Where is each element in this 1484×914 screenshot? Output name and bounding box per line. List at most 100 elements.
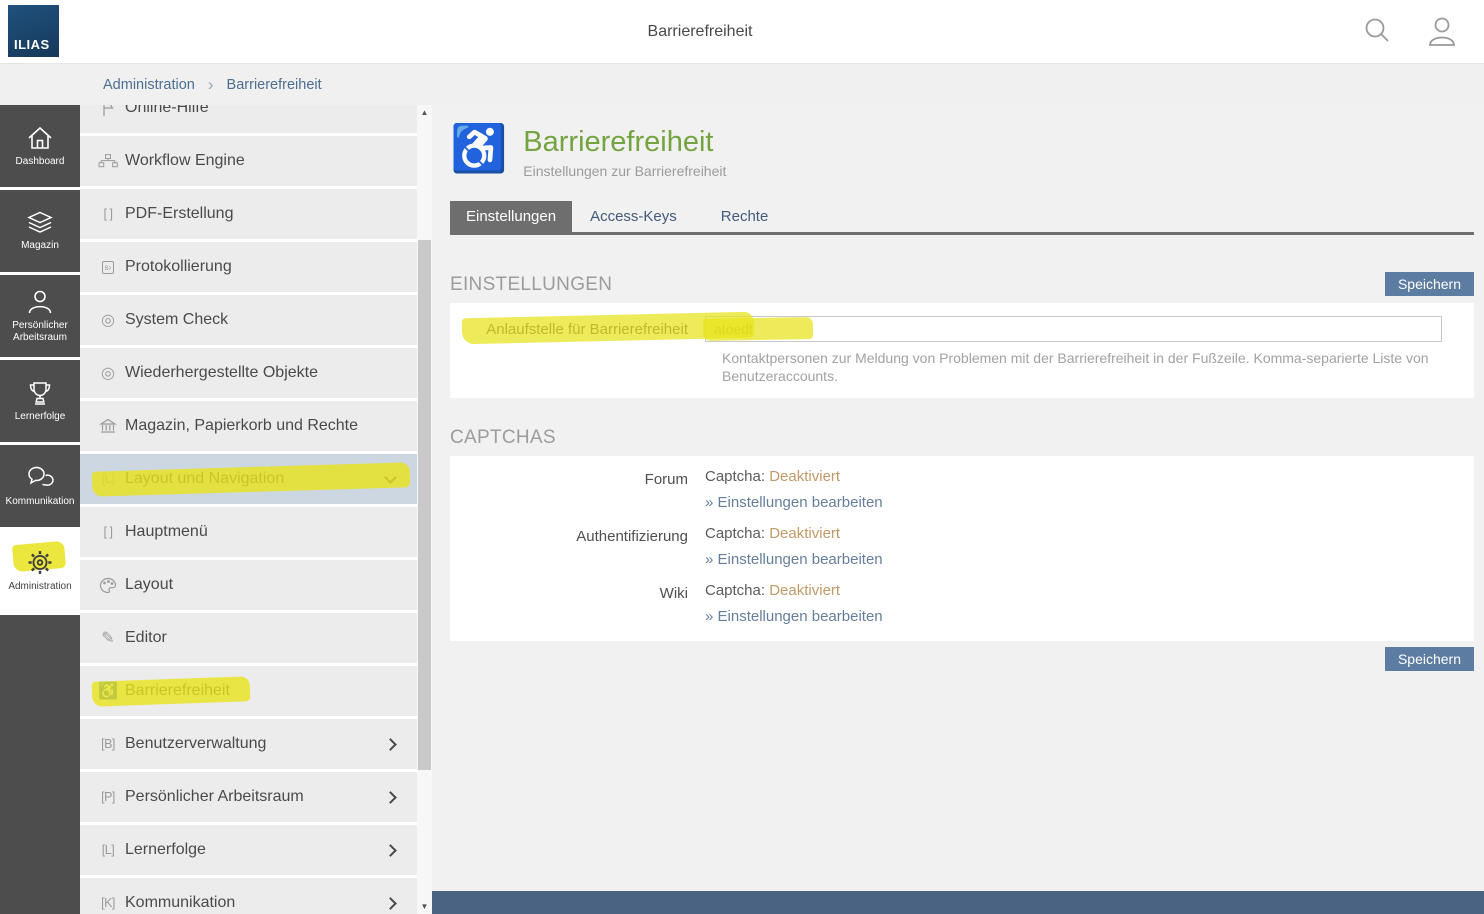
page-subtitle: Einstellungen zur Barrierefreiheit	[523, 163, 726, 179]
sidebar-item-pdf-erstellung[interactable]: [ ] PDF-Erstellung	[80, 189, 417, 239]
edit-settings-link[interactable]: » Einstellungen bearbeiten	[705, 494, 883, 511]
captcha-row-label: Authentifizierung	[450, 525, 705, 569]
palette-icon	[98, 577, 118, 594]
scroll-up-icon[interactable]: ▲	[419, 108, 430, 117]
home-icon	[26, 125, 54, 151]
captcha-status-value: Deaktiviert	[769, 525, 840, 542]
save-button-bottom[interactable]: Speichern	[1385, 647, 1474, 671]
captcha-row-authentifizierung: Authentifizierung Captcha: Deaktiviert »…	[450, 525, 1474, 569]
rail-item-label: Administration	[8, 581, 71, 593]
captcha-status-line: Captcha: Deaktiviert	[705, 525, 883, 542]
layers-icon	[26, 210, 54, 235]
sidebar-item-workflow-engine[interactable]: Workflow Engine	[80, 136, 417, 186]
rail-item-administration[interactable]: Administration	[0, 530, 80, 615]
rail-item-label: Kommunikation	[6, 496, 75, 508]
captchas-section-head: CAPTCHAS	[450, 427, 1474, 449]
rail-item-label: Dashboard	[16, 156, 65, 168]
sidebar-item-label: Magazin, Papierkorb und Rechte	[125, 417, 395, 435]
bracket-k-icon: [K]	[98, 896, 118, 910]
captcha-status-label: Captcha:	[705, 582, 765, 599]
flag-icon	[98, 105, 118, 117]
sidebar-scrollbar-thumb[interactable]	[418, 240, 431, 770]
tab-rechte[interactable]: Rechte	[705, 201, 785, 232]
field-help-text: Kontaktpersonen zur Meldung von Probleme…	[722, 349, 1467, 386]
sidebar-item-magazin-papierkorb-und-rechte[interactable]: Magazin, Papierkorb und Rechte	[80, 401, 417, 451]
chevron-down-icon	[384, 471, 397, 484]
ring-icon: ◎	[98, 363, 118, 383]
main-nav-rail: Dashboard Magazin Persönlicher Arbeitsra…	[0, 105, 80, 914]
ilias-app: ILIAS Barrierefreiheit Administration › …	[0, 0, 1484, 914]
anlaufstelle-input[interactable]	[705, 316, 1442, 342]
scroll-down-icon[interactable]: ▼	[419, 902, 430, 911]
sidebar-item-label: Kommunikation	[125, 894, 386, 912]
rail-item-persoenlicher-arbeitsraum[interactable]: Persönlicher Arbeitsraum	[0, 275, 80, 360]
ring-icon: ◎	[98, 310, 118, 330]
bank-icon	[98, 418, 118, 434]
page-head: ♿ Barrierefreiheit Einstellungen zur Bar…	[450, 125, 1474, 179]
settings-section-head: EINSTELLUNGEN Speichern	[450, 272, 1474, 296]
captchas-panel: Forum Captcha: Deaktiviert » Einstellung…	[450, 456, 1474, 641]
settings-panel: Anlaufstelle für Barrierefreiheit Kontak…	[450, 303, 1474, 398]
workflow-icon	[98, 153, 118, 169]
sidebar-scrollbar[interactable]: ▲ ▼	[417, 105, 432, 914]
sidebar-item-label: System Check	[125, 311, 395, 329]
edit-settings-link[interactable]: » Einstellungen bearbeiten	[705, 608, 883, 625]
captcha-row-label: Wiki	[450, 582, 705, 626]
pencil-icon: ✎	[98, 628, 118, 648]
rail-item-label: Lernerfolge	[15, 411, 66, 423]
bracket-b-icon: [B]	[98, 737, 118, 751]
main-content: ♿ Barrierefreiheit Einstellungen zur Bar…	[432, 105, 1484, 914]
chevron-right-icon	[384, 844, 397, 857]
sidebar-item-kommunikation[interactable]: [K] Kommunikation	[80, 878, 417, 914]
sidebar-item-label: Protokollierung	[125, 258, 395, 276]
captchas-section-title: CAPTCHAS	[450, 427, 556, 449]
sidebar-item-online-hilfe[interactable]: Online-Hilfe	[80, 105, 417, 133]
tab-einstellungen[interactable]: Einstellungen	[450, 201, 572, 232]
captcha-status-line: Captcha: Deaktiviert	[705, 468, 883, 485]
sidebar-item-label: Editor	[125, 629, 395, 647]
sidebar-item-label: PDF-Erstellung	[125, 205, 395, 223]
save-button-top[interactable]: Speichern	[1385, 272, 1474, 296]
rail-item-magazin[interactable]: Magazin	[0, 190, 80, 275]
captcha-row-forum: Forum Captcha: Deaktiviert » Einstellung…	[450, 468, 1474, 512]
sidebar-item-hauptmenue[interactable]: [ ] Hauptmenü	[80, 507, 417, 557]
sidebar-item-editor[interactable]: ✎ Editor	[80, 613, 417, 663]
gear-icon	[25, 549, 55, 576]
breadcrumb-item-administration[interactable]: Administration	[103, 77, 195, 93]
footer-bar	[432, 891, 1484, 914]
captcha-status-label: Captcha:	[705, 468, 765, 485]
bracket-p-icon: [P]	[98, 790, 118, 804]
sidebar-item-protokollierung[interactable]: s› Protokollierung	[80, 242, 417, 292]
rail-item-dashboard[interactable]: Dashboard	[0, 105, 80, 190]
sidebar-item-label: Hauptmenü	[125, 523, 395, 541]
sidebar-item-layout-und-navigation[interactable]: [L] Layout und Navigation	[80, 454, 417, 504]
admin-sidebar: Online-Hilfe Workflow Engine [ ] PDF-Ers…	[80, 105, 432, 914]
wheelchair-icon: ♿	[98, 681, 118, 701]
rail-item-label: Persönlicher Arbeitsraum	[2, 320, 78, 343]
edit-settings-link[interactable]: » Einstellungen bearbeiten	[705, 551, 883, 568]
search-icon[interactable]	[1362, 16, 1392, 46]
captcha-row-wiki: Wiki Captcha: Deaktiviert » Einstellunge…	[450, 582, 1474, 626]
settings-section-title: EINSTELLUNGEN	[450, 274, 612, 296]
sidebar-item-wiederhergestellte-objekte[interactable]: ◎ Wiederhergestellte Objekte	[80, 348, 417, 398]
breadcrumb-item-barrierefreiheit[interactable]: Barrierefreiheit	[227, 77, 322, 93]
tab-access-keys[interactable]: Access-Keys	[574, 201, 693, 232]
captcha-status-line: Captcha: Deaktiviert	[705, 582, 883, 599]
breadcrumb: Administration › Barrierefreiheit	[0, 63, 1484, 105]
sidebar-item-layout[interactable]: Layout	[80, 560, 417, 610]
sidebar-item-label: Online-Hilfe	[125, 105, 395, 117]
bracket-l-icon: [L]	[98, 843, 118, 857]
rail-item-label: Magazin	[21, 240, 59, 252]
sidebar-item-benutzerverwaltung[interactable]: [B] Benutzerverwaltung	[80, 719, 417, 769]
sidebar-item-barrierefreiheit[interactable]: ♿ Barrierefreiheit	[80, 666, 417, 716]
top-header: ILIAS Barrierefreiheit	[0, 0, 1484, 63]
sidebar-item-lernerfolge[interactable]: [L] Lernerfolge	[80, 825, 417, 875]
rail-item-lernerfolge[interactable]: Lernerfolge	[0, 360, 80, 445]
user-icon[interactable]	[1424, 16, 1460, 48]
sidebar-item-system-check[interactable]: ◎ System Check	[80, 295, 417, 345]
captcha-status-value: Deaktiviert	[769, 582, 840, 599]
sidebar-item-persoenlicher-arbeitsraum[interactable]: [P] Persönlicher Arbeitsraum	[80, 772, 417, 822]
rail-item-kommunikation[interactable]: Kommunikation	[0, 445, 80, 530]
sidebar-item-label: Benutzerverwaltung	[125, 735, 386, 753]
chevron-right-icon	[384, 738, 397, 751]
